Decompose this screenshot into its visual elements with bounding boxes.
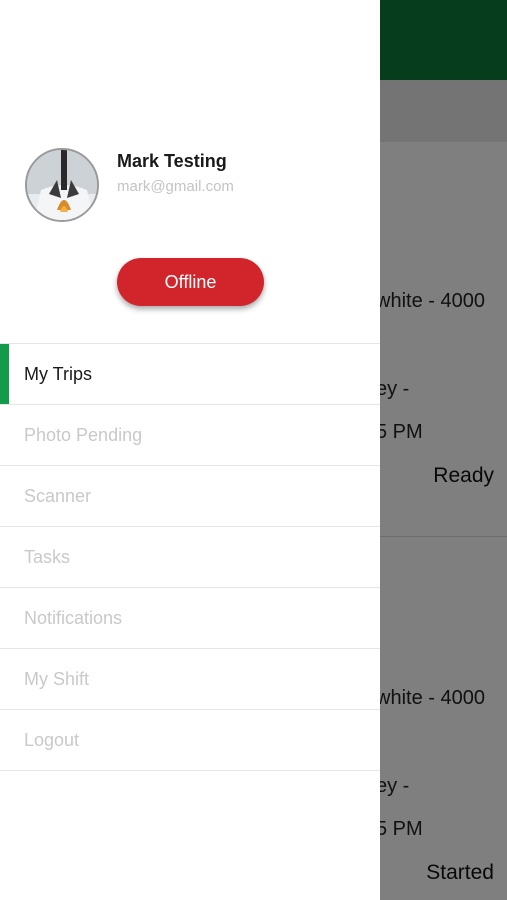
user-email: mark@gmail.com	[117, 178, 234, 195]
menu-item-label: My Trips	[24, 363, 93, 384]
menu-item-my-trips[interactable]: My Trips	[0, 344, 380, 405]
drawer-menu: My Trips Photo Pending Scanner Tasks Not…	[0, 343, 380, 771]
menu-item-label: Logout	[24, 729, 80, 750]
menu-item-scanner[interactable]: Scanner	[0, 466, 380, 527]
active-indicator	[0, 344, 9, 404]
user-avatar[interactable]	[25, 148, 99, 222]
menu-item-label: Scanner	[24, 485, 92, 506]
menu-item-tasks[interactable]: Tasks	[0, 527, 380, 588]
menu-item-my-shift[interactable]: My Shift	[0, 649, 380, 710]
navigation-drawer: Mark Testing mark@gmail.com Offline My T…	[0, 0, 380, 900]
menu-item-photo-pending[interactable]: Photo Pending	[0, 405, 380, 466]
menu-item-label: Notifications	[24, 607, 123, 628]
menu-item-label: My Shift	[24, 668, 90, 689]
menu-item-label: Photo Pending	[24, 424, 143, 445]
user-name: Mark Testing	[117, 151, 227, 171]
menu-item-logout[interactable]: Logout	[0, 710, 380, 771]
offline-status-button[interactable]: Offline	[117, 258, 264, 306]
menu-item-label: Tasks	[24, 546, 71, 567]
avatar-photo	[27, 150, 97, 220]
menu-item-notifications[interactable]: Notifications	[0, 588, 380, 649]
